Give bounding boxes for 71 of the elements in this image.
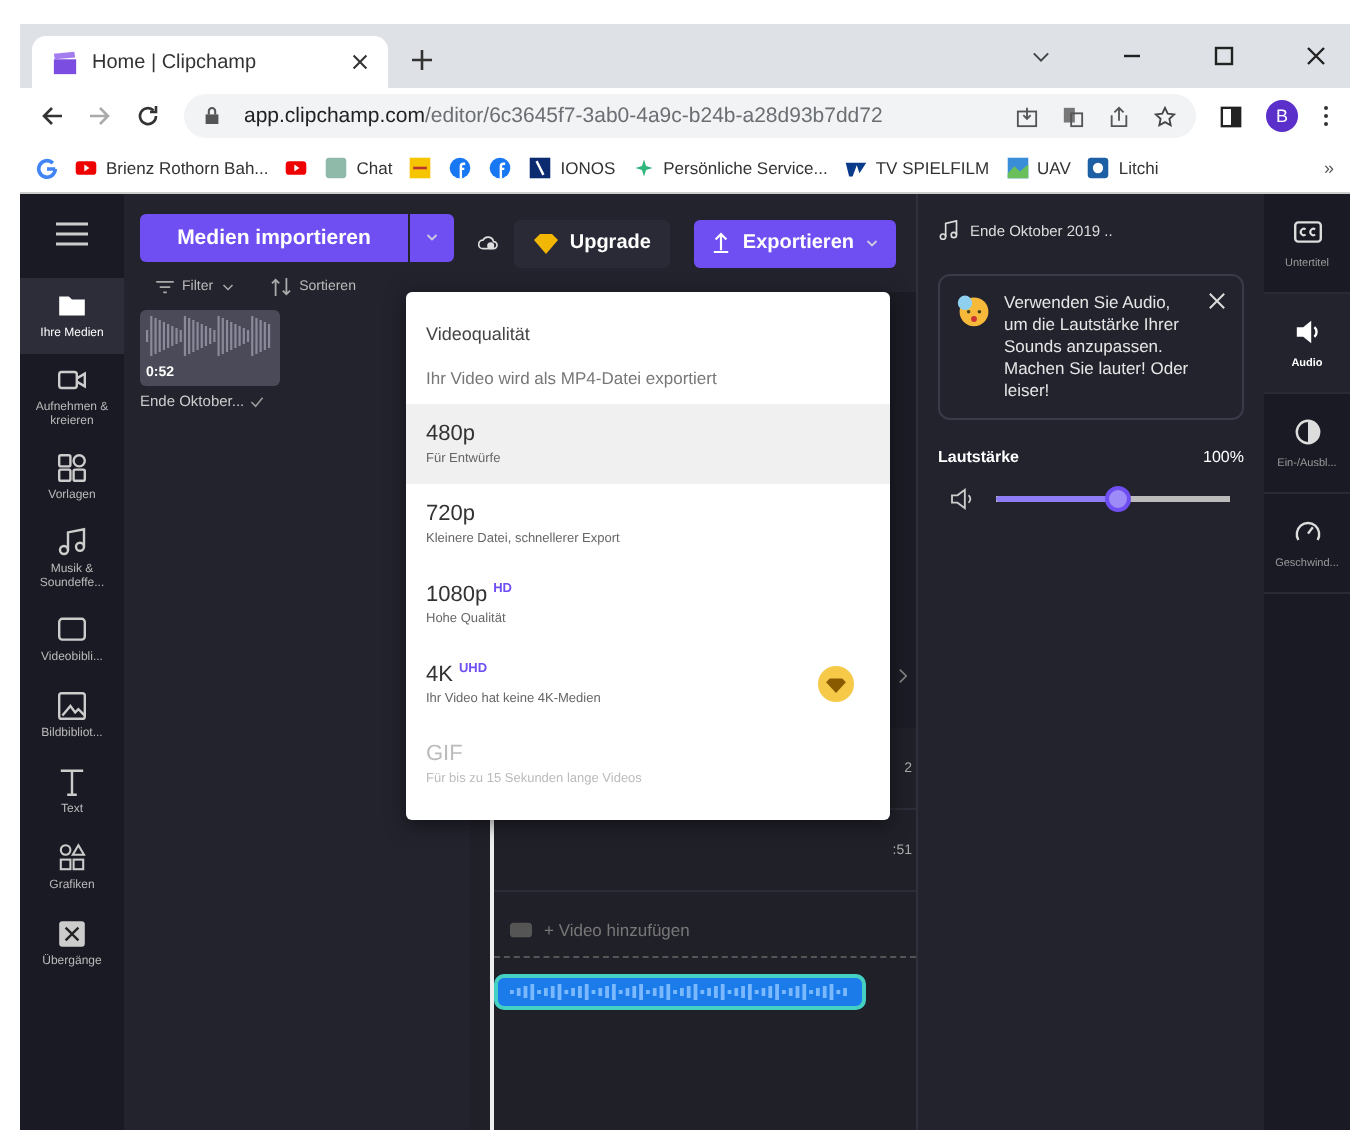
add-video-track[interactable]: + Video hinzufügen	[510, 920, 690, 940]
back-icon[interactable]	[40, 104, 64, 128]
diamond-icon	[533, 233, 558, 253]
menu-icon[interactable]	[1322, 104, 1330, 128]
maximize-icon[interactable]	[1214, 46, 1234, 66]
tip-text: Verwenden Sie Audio, um die Lautstärke Ihrer Sounds anzupassen. Machen Sie lauter! Oder leiser!	[1004, 292, 1191, 403]
audio-clip[interactable]	[494, 974, 866, 1010]
bookmark[interactable]: IONOS	[528, 156, 616, 180]
more-bookmarks[interactable]: »	[1323, 158, 1334, 178]
bookmark[interactable]: Persönliche Service...	[631, 156, 828, 180]
chevron-down-icon[interactable]	[1032, 47, 1050, 65]
menu-subtitle: Ihr Video wird als MP4-Datei exportiert	[424, 366, 719, 392]
bookmark[interactable]: Brienz Rothorn Bah...	[74, 156, 269, 180]
menu-icon[interactable]	[56, 222, 88, 246]
tab-title: Home | Clipchamp	[92, 51, 259, 73]
star-icon[interactable]	[1154, 105, 1176, 127]
play-icon	[284, 156, 309, 180]
translate-icon[interactable]	[1062, 105, 1084, 127]
export-button[interactable]: Exportieren	[694, 219, 896, 267]
video-icon	[510, 922, 532, 938]
transition-icon	[56, 917, 88, 950]
clapperboard-icon	[52, 49, 78, 75]
f-logo-icon	[488, 156, 513, 180]
sparkle-icon	[631, 156, 656, 180]
close-icon[interactable]	[1306, 46, 1326, 66]
volume-reading: 100%	[1203, 448, 1244, 467]
play-icon	[74, 156, 98, 180]
reload-icon[interactable]	[136, 104, 160, 128]
bookmark[interactable]: TV SPIELFILM	[843, 156, 990, 180]
google-icon[interactable]	[36, 157, 58, 179]
speaker-icon	[950, 488, 976, 511]
waveform-drawing	[146, 316, 274, 356]
f-logo-icon	[448, 156, 473, 180]
half-circle-icon	[1291, 416, 1323, 448]
speaker-icon	[1291, 316, 1323, 348]
chevron-down-icon	[426, 232, 438, 244]
bookmark[interactable]: UAV	[1005, 156, 1071, 180]
music-note-icon	[938, 220, 958, 240]
side-panel-icon[interactable]	[1220, 105, 1242, 127]
image-icon	[56, 689, 88, 722]
captions-icon	[1291, 216, 1323, 248]
check-icon	[250, 395, 265, 407]
film-icon	[56, 613, 88, 646]
music-icon	[56, 525, 88, 558]
slider-thumb[interactable]	[1104, 486, 1131, 513]
browser-tab[interactable]: Home | Clipchamp	[32, 36, 388, 88]
filter-icon	[156, 280, 174, 294]
lock-icon	[204, 106, 220, 126]
chat-icon	[324, 156, 349, 180]
share-icon[interactable]	[1108, 105, 1130, 127]
cloud-check-icon	[478, 232, 498, 254]
text-icon	[56, 765, 88, 798]
address-field[interactable]: app.clipchamp.com/editor/6c3645f7-3ab0-4a9c-b24b-a28d93b7dd72	[184, 94, 1196, 138]
chevron-down-icon	[221, 281, 234, 293]
menu-title: Videoqualität	[424, 322, 532, 344]
chevron-down-icon	[866, 237, 878, 249]
smiley-icon	[956, 292, 992, 328]
install-icon[interactable]	[1016, 105, 1038, 127]
grid-icon	[56, 451, 88, 484]
close-icon[interactable]	[352, 54, 368, 70]
upgrade-button[interactable]: Upgrade	[513, 219, 671, 267]
chevron-right-icon[interactable]	[898, 668, 908, 684]
upload-icon	[712, 232, 731, 254]
sort-icon	[269, 278, 292, 296]
import-media-button[interactable]: Medien importieren	[140, 214, 408, 262]
bookmark[interactable]: Chat	[324, 156, 393, 180]
volume-label: Lautstärke	[938, 448, 1019, 467]
shapes-icon	[56, 841, 88, 874]
new-tab-icon[interactable]	[412, 50, 432, 70]
bookmark[interactable]: Litchi	[1086, 156, 1159, 180]
profile-avatar[interactable]: B	[1266, 100, 1298, 132]
